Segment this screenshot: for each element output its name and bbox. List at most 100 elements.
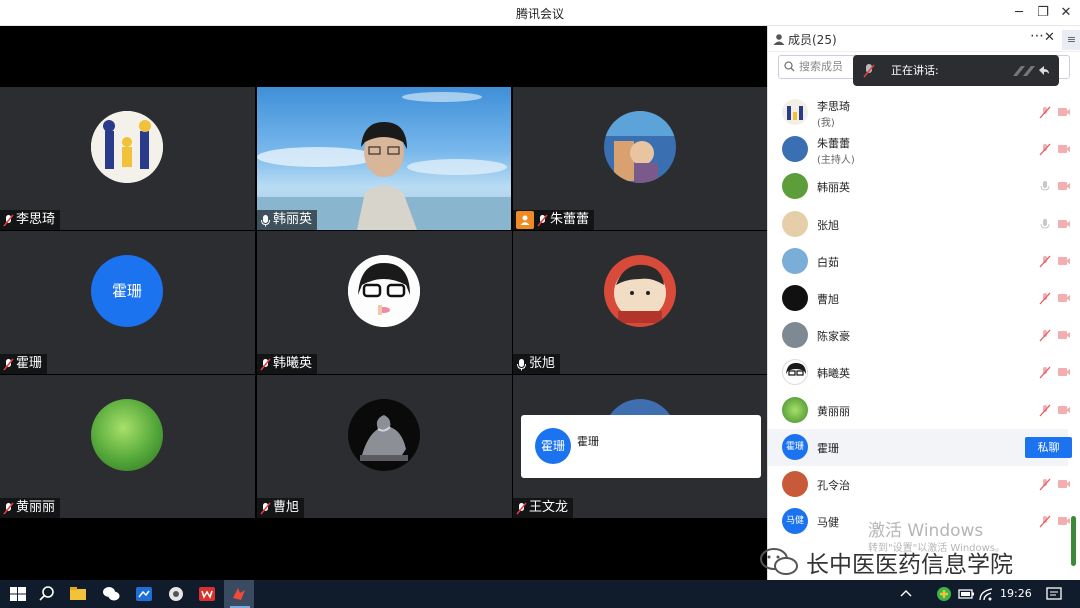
video-grid: 李思琦 韩丽英 朱蕾蕾 霍珊 霍珊 韩曦英 张旭 黄丽丽 曹旭 王文龙 霍珊 霍…: [0, 26, 768, 580]
window-title: 腾讯会议: [515, 7, 564, 21]
chevron-up-icon[interactable]: [896, 584, 916, 604]
camera-off-icon[interactable]: [1057, 292, 1071, 304]
search-icon: [784, 61, 795, 72]
participant-name: 王文龙: [529, 500, 569, 515]
muted-mic-icon[interactable]: [1039, 329, 1051, 342]
taskbar-clock[interactable]: 19:26: [1000, 587, 1032, 600]
member-name: 韩曦英: [817, 367, 850, 381]
participant-name-tag: 霍珊: [0, 354, 48, 374]
close-button[interactable]: ✕: [1057, 4, 1075, 22]
wechat-logo-icon: [760, 548, 798, 575]
list-item[interactable]: 白茹: [768, 243, 1071, 280]
avatar: 霍珊: [91, 255, 163, 327]
list-item[interactable]: 朱蕾蕾 (主持人): [768, 131, 1071, 168]
camera-off-icon[interactable]: [1057, 255, 1071, 267]
avatar: [782, 173, 808, 200]
tencent-meeting-icon[interactable]: [229, 584, 249, 604]
list-item[interactable]: 陈家豪: [768, 317, 1071, 354]
windows-start-icon[interactable]: [8, 584, 28, 604]
member-name: 马健: [817, 516, 839, 530]
brand-text: 长中医医药信息学院: [806, 552, 1013, 578]
video-tile[interactable]: 曹旭: [257, 375, 512, 518]
list-item[interactable]: 韩丽英: [768, 168, 1071, 205]
member-role: (主持人): [817, 155, 855, 167]
camera-off-icon[interactable]: [1057, 515, 1071, 527]
avatar: [782, 322, 808, 349]
list-item[interactable]: 李思琦 (我): [768, 94, 1071, 131]
speaking-indicator: 正在讲话:: [853, 55, 1059, 86]
wps-icon[interactable]: [197, 584, 217, 604]
member-panel-title: 成员(25): [788, 33, 837, 47]
battery-icon[interactable]: [956, 584, 976, 604]
avatar: 马健: [782, 508, 808, 535]
member-role: (我): [817, 118, 835, 129]
muted-mic-icon[interactable]: [1039, 515, 1051, 528]
muted-mic-icon[interactable]: [1039, 143, 1051, 156]
participant-name-tag: 王文龙: [513, 498, 574, 518]
close-panel-icon[interactable]: ✕: [1044, 30, 1055, 45]
video-tile[interactable]: 黄丽丽: [0, 375, 255, 518]
wechat-icon[interactable]: [101, 584, 121, 604]
app-circle-icon[interactable]: [166, 584, 186, 604]
member-name: 陈家豪: [817, 330, 850, 344]
menu-icon[interactable]: ≡: [1062, 30, 1080, 50]
participant-name: 李思琦: [16, 212, 56, 227]
avatar: [782, 99, 808, 125]
search-icon[interactable]: [37, 584, 57, 604]
muted-mic-icon[interactable]: [1039, 478, 1051, 491]
speaker-avatar-icon: [863, 64, 875, 78]
video-tile-camera[interactable]: 韩丽英: [257, 87, 511, 230]
camera-off-icon[interactable]: [1057, 478, 1071, 490]
avatar: [782, 284, 808, 311]
video-tile[interactable]: 朱蕾蕾: [513, 87, 768, 230]
video-tile[interactable]: 韩曦英: [257, 231, 512, 374]
muted-mic-icon[interactable]: [1039, 366, 1051, 379]
private-chat-button[interactable]: 私聊: [1025, 436, 1072, 458]
video-tile[interactable]: 霍珊 霍珊: [0, 231, 255, 374]
camera-off-icon[interactable]: [1057, 143, 1071, 155]
camera-off-icon[interactable]: [1057, 218, 1071, 230]
search-placeholder: 搜索成员: [799, 60, 843, 73]
notification-icon[interactable]: [1044, 584, 1064, 604]
muted-mic-icon: [3, 214, 14, 226]
minimize-button[interactable]: ─: [1010, 4, 1028, 22]
video-tile[interactable]: 张旭: [513, 231, 768, 374]
muted-mic-icon[interactable]: [1039, 106, 1051, 119]
camera-off-icon[interactable]: [1057, 180, 1071, 192]
list-item[interactable]: 孔令治: [768, 466, 1071, 503]
tray-app-icon[interactable]: [934, 584, 954, 604]
restore-button[interactable]: ❐: [1034, 4, 1052, 22]
list-item[interactable]: 霍珊 霍珊 私聊: [768, 428, 1072, 466]
list-item[interactable]: 黄丽丽: [768, 392, 1071, 429]
participant-name-tag: 韩丽英: [257, 210, 318, 230]
muted-mic-icon: [537, 214, 548, 226]
participant-name: 韩丽英: [273, 212, 313, 227]
camera-off-icon[interactable]: [1057, 366, 1071, 378]
camera-off-icon[interactable]: [1057, 106, 1071, 118]
camera-off-icon[interactable]: [1057, 404, 1071, 416]
member-name: 韩丽英: [817, 181, 850, 195]
avatar: [604, 255, 676, 327]
participant-name-tag: 曹旭: [257, 498, 305, 518]
muted-mic-icon: [260, 358, 271, 370]
member-list-scrollbar[interactable]: [1071, 516, 1076, 566]
muted-mic-icon[interactable]: [1039, 404, 1051, 417]
member-name: 张旭: [817, 218, 839, 232]
list-item[interactable]: 韩曦英: [768, 354, 1071, 391]
muted-mic-icon[interactable]: [1039, 255, 1051, 268]
wifi-icon[interactable]: [977, 584, 997, 604]
speaking-wave-icon: [1013, 66, 1049, 76]
list-item[interactable]: 曹旭: [768, 280, 1071, 317]
mic-icon[interactable]: [1039, 218, 1051, 231]
list-item[interactable]: 张旭: [768, 206, 1071, 243]
camera-off-icon[interactable]: [1057, 329, 1071, 341]
video-tile[interactable]: 李思琦: [0, 87, 255, 230]
avatar: [348, 399, 420, 471]
app-blue-icon[interactable]: [134, 584, 154, 604]
mic-icon[interactable]: [1039, 180, 1051, 193]
avatar: [782, 136, 808, 163]
more-icon[interactable]: ⋯: [1030, 28, 1044, 44]
windows-taskbar: 19:26: [0, 580, 1080, 608]
muted-mic-icon[interactable]: [1039, 292, 1051, 305]
file-explorer-icon[interactable]: [68, 584, 88, 604]
